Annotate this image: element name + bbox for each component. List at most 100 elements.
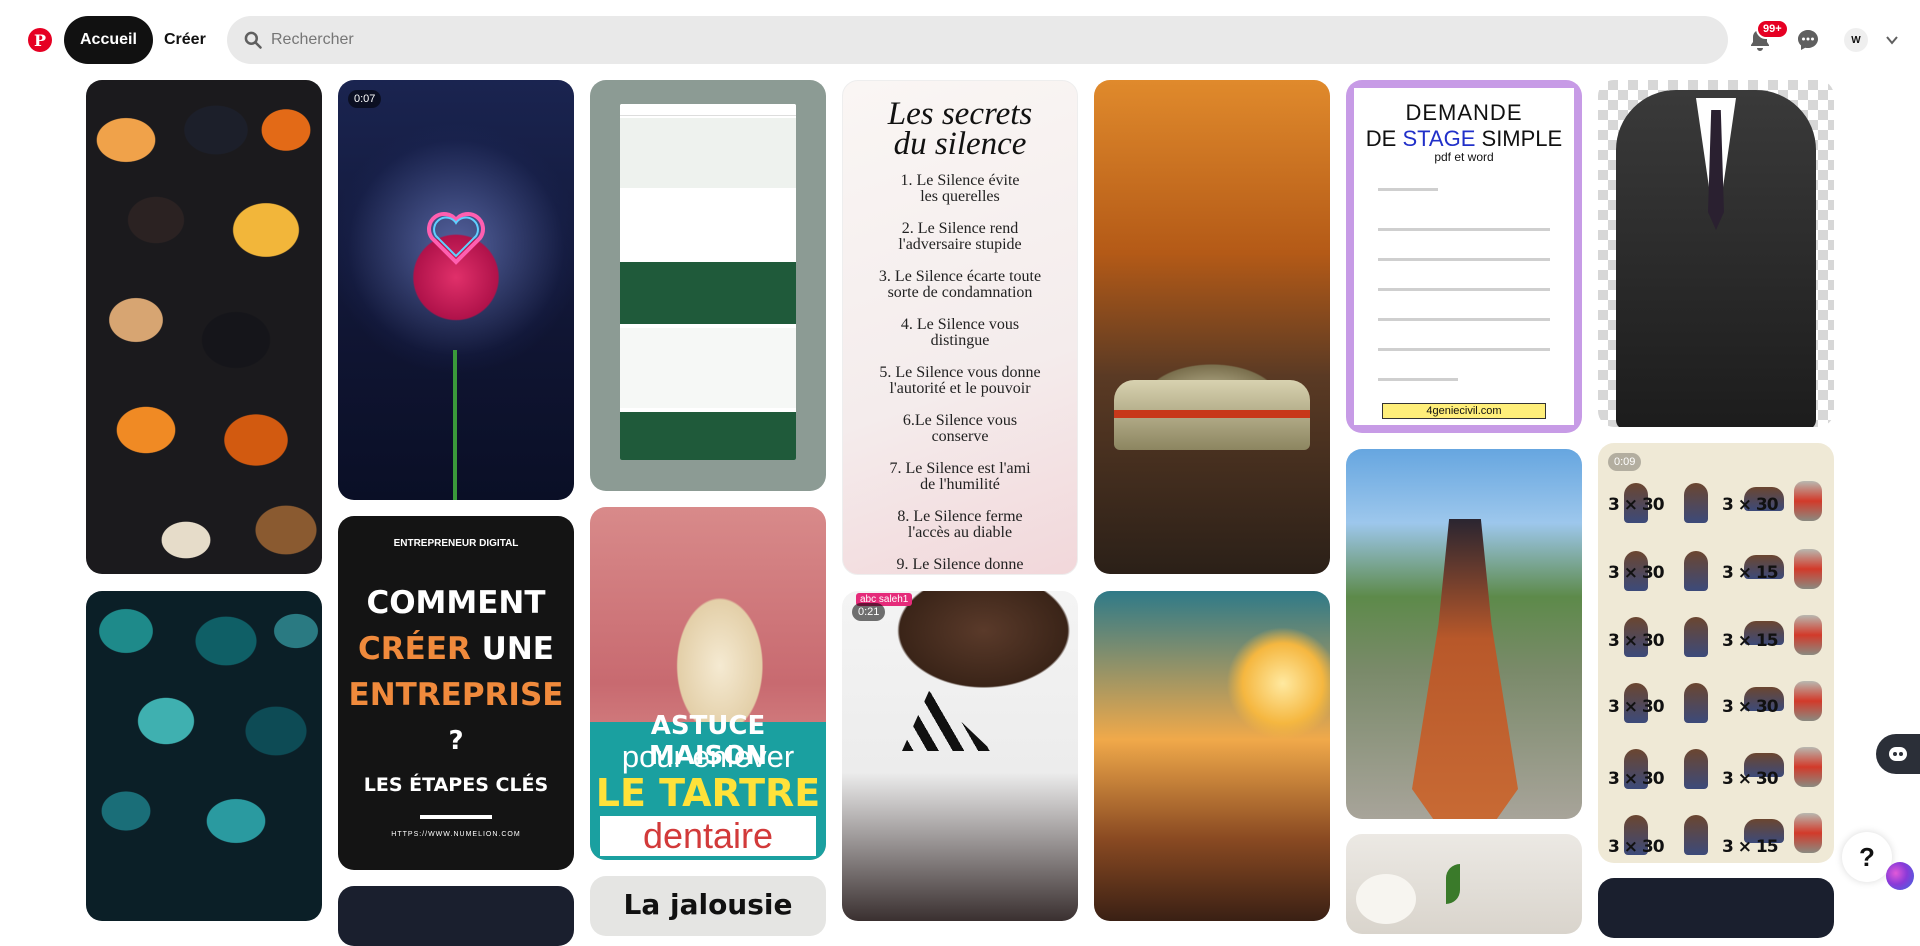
exercise-figure [1684, 617, 1708, 657]
exercise-figure [1684, 815, 1708, 855]
website-page-preview [620, 104, 796, 460]
pin-title-line3: ENTREPRISE [348, 677, 564, 713]
pin-title: Les secrets du silence [843, 96, 1077, 162]
rep-label: 3 × 15 [1722, 563, 1779, 583]
rep-label: 3 × 30 [1722, 769, 1779, 789]
list-item: 1. Le Silence évite [900, 172, 1020, 189]
pin-url: 4geniecivil.com [1382, 403, 1546, 419]
pin-title-line4: dentaire [600, 816, 816, 856]
muscle-diagram [1794, 747, 1822, 787]
brain-extension-icon[interactable] [1886, 862, 1914, 890]
mock-hero [620, 118, 796, 188]
text-line [1378, 228, 1550, 231]
list-item: 4. Le Silence vous [900, 316, 1020, 333]
video-duration: 0:07 [348, 90, 382, 108]
help-label: ? [1859, 841, 1875, 872]
exercise-figure [1684, 483, 1708, 523]
leaf [1446, 864, 1460, 904]
message-icon [1798, 30, 1818, 50]
list-item: l'autorité et le pouvoir [889, 380, 1031, 397]
account-menu-button[interactable] [1880, 28, 1904, 52]
rep-label: 3 × 30 [1608, 631, 1665, 651]
list-item: de l'humilité [920, 476, 1000, 493]
pin-jalousie[interactable]: La jalousie [590, 876, 826, 936]
list-item: les querelles [920, 188, 1000, 205]
pin-stones-orange[interactable] [86, 80, 322, 574]
rep-label: 3 × 30 [1608, 697, 1665, 717]
notification-count: 99+ [1763, 23, 1782, 35]
search-icon [244, 31, 262, 49]
pin-exercise-chart[interactable]: 0:09 3 × 30 3 × 30 3 × 30 3 × 15 3 × 30 … [1598, 443, 1834, 863]
pin-subtitle: LES ÉTAPES CLÉS [363, 774, 549, 796]
text-line [1378, 318, 1550, 321]
exercise-figure [1684, 683, 1708, 723]
pin-plant[interactable] [1346, 834, 1582, 934]
pin-subtitle: pdf et word [1434, 150, 1494, 164]
pin-rose-video[interactable]: 0:07 [338, 80, 574, 500]
mock-nav [620, 104, 796, 116]
text-line [1378, 258, 1550, 261]
pin-vintage-car[interactable] [1094, 80, 1330, 574]
title-part: DE [1365, 126, 1403, 151]
pinterest-logo[interactable]: P [28, 28, 52, 52]
pin-adidas-video[interactable]: abc saleh1 0:21 [842, 591, 1078, 921]
top-nav-bar: P Accueil Créer 99+ W [0, 0, 1920, 80]
list-item: 7. Le Silence est l'ami [889, 460, 1031, 477]
search-bar[interactable] [227, 16, 1728, 64]
pin-suit[interactable] [1598, 80, 1834, 427]
rep-label: 3 × 30 [1608, 837, 1665, 857]
document-preview: DEMANDE DE STAGE SIMPLE pdf et word 4gen… [1354, 88, 1574, 425]
list-item: 8. Le Silence ferme [897, 508, 1023, 525]
search-input[interactable] [271, 31, 1671, 49]
pin-demande-stage[interactable]: DEMANDE DE STAGE SIMPLE pdf et word 4gen… [1346, 80, 1582, 433]
video-duration: 0:09 [1608, 453, 1642, 471]
pin-title-line4: ? [448, 726, 464, 756]
list-item: 6.Le Silence vous [902, 412, 1018, 429]
nav-create-label: Créer [164, 31, 206, 48]
pin-orange-dress[interactable] [1346, 449, 1582, 819]
rep-label: 3 × 30 [1608, 495, 1665, 515]
text-line [1378, 288, 1550, 291]
pin-title-line1: COMMENT [366, 585, 546, 621]
pin-secrets-silence[interactable]: Les secrets du silence 1. Le Silence évi… [842, 80, 1078, 575]
muscle-diagram [1794, 481, 1822, 521]
pin-african-women[interactable] [1094, 591, 1330, 921]
exercise-figure [1684, 749, 1708, 789]
pin-website-mockup[interactable] [590, 80, 826, 491]
pin-title-line1: Les secrets [887, 96, 1033, 132]
pin-title-line2: du silence [893, 126, 1027, 162]
rep-label: 3 × 30 [1722, 697, 1779, 717]
mock-footer [620, 412, 796, 460]
chevron-down-icon [1886, 36, 1898, 45]
messages-button[interactable] [1792, 24, 1824, 56]
pin-title-line3: LE TARTRE [595, 771, 821, 815]
pin-title-line1: DEMANDE [1405, 100, 1523, 125]
rep-label: 3 × 15 [1722, 837, 1779, 857]
muscle-diagram [1794, 615, 1822, 655]
nav-home-button[interactable]: Accueil [64, 16, 153, 64]
avatar[interactable]: W [1844, 28, 1868, 52]
list-item: distingue [930, 332, 990, 349]
pin-entrepreneur[interactable]: ENTREPRENEUR DIGITAL COMMENT CRÉER UNE E… [338, 516, 574, 870]
robot-icon [1889, 747, 1907, 761]
pin-kicker: ENTREPRENEUR DIGITAL [393, 538, 519, 549]
mock-section [620, 194, 796, 258]
rep-label: 3 × 30 [1608, 769, 1665, 789]
dress-figure [1412, 519, 1518, 819]
title-part: SIMPLE [1475, 126, 1563, 151]
text-line [1378, 348, 1550, 351]
pin-title-line2: DE STAGE SIMPLE [1354, 126, 1574, 152]
pin-tooth-tartar[interactable]: ASTUCE MAISON pour enlever LE TARTRE den… [590, 507, 826, 860]
list-item: l'adversaire stupide [898, 236, 1022, 253]
title-highlight: STAGE [1402, 126, 1476, 151]
nav-create-button[interactable]: Créer [148, 16, 222, 64]
pin-dark-partial[interactable] [338, 886, 574, 946]
pin-title-rest: UNE [470, 631, 554, 667]
help-button[interactable]: ? [1842, 832, 1892, 882]
text-line [1378, 378, 1458, 381]
nav-home-label: Accueil [80, 31, 137, 48]
pin-stones-teal[interactable] [86, 591, 322, 921]
assistant-side-tab[interactable] [1876, 734, 1920, 774]
pin-dark-partial[interactable] [1598, 878, 1834, 938]
flower [1356, 874, 1416, 924]
